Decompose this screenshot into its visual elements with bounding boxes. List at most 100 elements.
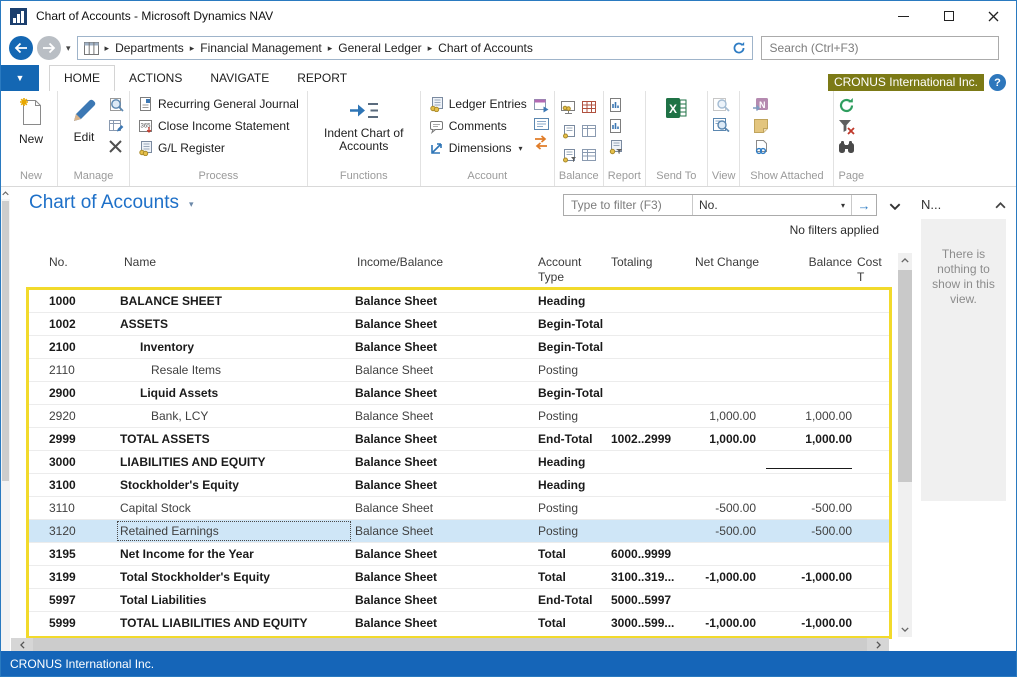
- cell-account-type[interactable]: Heading: [532, 474, 609, 496]
- tab-navigate[interactable]: NAVIGATE: [196, 66, 283, 91]
- recurring-general-journal-button[interactable]: Recurring General Journal: [134, 93, 303, 115]
- application-menu-button[interactable]: ▼: [1, 65, 39, 91]
- new-button[interactable]: New: [9, 93, 53, 150]
- account-transfer-shortcut-button[interactable]: [533, 135, 550, 150]
- cell-name[interactable]: TOTAL ASSETS: [116, 428, 352, 450]
- cell-account-type[interactable]: Posting: [532, 405, 609, 427]
- cell-name[interactable]: ASSETS: [116, 313, 352, 335]
- cell-net-change[interactable]: -500.00: [692, 497, 762, 519]
- back-button[interactable]: [9, 36, 33, 60]
- links-button[interactable]: [753, 139, 769, 156]
- comments-button[interactable]: Comments: [425, 115, 531, 137]
- report-chart-button[interactable]: [608, 97, 623, 113]
- scroll-down-button[interactable]: [898, 622, 912, 637]
- cell-no[interactable]: 3199: [29, 566, 116, 588]
- cell-balance[interactable]: [762, 290, 855, 312]
- cell-cost-no[interactable]: [855, 589, 889, 611]
- view-page-button[interactable]: [712, 97, 731, 112]
- notes-pane-collapse-button[interactable]: [995, 197, 1006, 212]
- cell-no[interactable]: 1002: [29, 313, 116, 335]
- minimize-button[interactable]: [881, 1, 926, 31]
- gl-register-button[interactable]: G/L Register: [134, 137, 229, 159]
- table-row[interactable]: 2900Liquid AssetsBalance SheetBegin-Tota…: [29, 382, 889, 405]
- edit-list-button[interactable]: [108, 118, 125, 135]
- cell-name[interactable]: Liquid Assets: [116, 382, 352, 404]
- cell-income-balance[interactable]: Balance Sheet: [352, 359, 532, 381]
- cell-cost-no[interactable]: [855, 497, 889, 519]
- cell-income-balance[interactable]: Balance Sheet: [352, 405, 532, 427]
- cell-name[interactable]: Total Liabilities: [116, 589, 352, 611]
- cell-account-type[interactable]: Posting: [532, 359, 609, 381]
- vertical-scrollbar-thumb[interactable]: [898, 270, 912, 482]
- cell-totaling[interactable]: [609, 497, 692, 519]
- cell-no[interactable]: 2900: [29, 382, 116, 404]
- table-row[interactable]: 2110Resale ItemsBalance SheetPosting: [29, 359, 889, 382]
- gl-account-balance-period-button[interactable]: [561, 148, 577, 163]
- cell-net-change[interactable]: [692, 359, 762, 381]
- cell-net-change[interactable]: 1,000.00: [692, 428, 762, 450]
- history-dropdown-caret[interactable]: ▾: [66, 43, 71, 54]
- breadcrumb-item-general-ledger[interactable]: General Ledger: [338, 41, 421, 55]
- cell-account-type[interactable]: Posting: [532, 497, 609, 519]
- cell-account-type[interactable]: End-Total: [532, 428, 609, 450]
- cell-balance[interactable]: -500.00: [762, 497, 855, 519]
- cell-balance[interactable]: [762, 336, 855, 358]
- filter-pane-expand-button[interactable]: [889, 199, 901, 213]
- cell-income-balance[interactable]: Balance Sheet: [352, 336, 532, 358]
- cell-cost-no[interactable]: [855, 428, 889, 450]
- address-refresh-button[interactable]: [732, 41, 746, 55]
- cell-cost-no[interactable]: [855, 451, 889, 473]
- table-row[interactable]: 3120Retained EarningsBalance SheetPostin…: [29, 520, 889, 543]
- cell-balance[interactable]: [762, 451, 855, 473]
- cell-income-balance[interactable]: Balance Sheet: [352, 428, 532, 450]
- cell-no[interactable]: 2110: [29, 359, 116, 381]
- dimensions-button[interactable]: Dimensions ▾: [425, 137, 531, 159]
- cell-income-balance[interactable]: Balance Sheet: [352, 382, 532, 404]
- cell-name[interactable]: LIABILITIES AND EQUITY: [116, 451, 352, 473]
- cell-account-type[interactable]: Total: [532, 612, 609, 635]
- cell-income-balance[interactable]: Balance Sheet: [352, 290, 532, 312]
- tab-report[interactable]: REPORT: [283, 66, 361, 91]
- cell-name[interactable]: BALANCE SHEET: [116, 290, 352, 312]
- cell-net-change[interactable]: [692, 313, 762, 335]
- send-to-excel-button[interactable]: X: [665, 93, 687, 119]
- cell-net-change[interactable]: -1,000.00: [692, 612, 762, 635]
- cell-cost-no[interactable]: [855, 359, 889, 381]
- cell-totaling[interactable]: 1002..2999: [609, 428, 692, 450]
- cell-account-type[interactable]: Begin-Total: [532, 336, 609, 358]
- cell-totaling[interactable]: 5000..5997: [609, 589, 692, 611]
- table-horizontal-scrollbar[interactable]: [11, 638, 889, 652]
- cell-cost-no[interactable]: [855, 313, 889, 335]
- cell-name[interactable]: TOTAL LIABILITIES AND EQUITY: [116, 612, 352, 635]
- scroll-left-button[interactable]: [11, 638, 33, 652]
- table-vertical-scrollbar[interactable]: [898, 253, 912, 637]
- search-input[interactable]: [762, 41, 998, 55]
- cell-net-change[interactable]: [692, 543, 762, 565]
- refresh-page-button[interactable]: [838, 97, 855, 114]
- cell-net-change[interactable]: -500.00: [692, 520, 762, 542]
- filter-input[interactable]: [564, 198, 692, 212]
- cell-totaling[interactable]: 3100..319...: [609, 566, 692, 588]
- page-title-dropdown-caret[interactable]: ▾: [189, 199, 194, 210]
- table-row[interactable]: 3100Stockholder's EquityBalance SheetHea…: [29, 474, 889, 497]
- cell-no[interactable]: 1000: [29, 290, 116, 312]
- cell-account-type[interactable]: Begin-Total: [532, 382, 609, 404]
- gl-account-balance-button[interactable]: [561, 124, 577, 139]
- cell-no[interactable]: 2920: [29, 405, 116, 427]
- notes-button[interactable]: [753, 118, 769, 134]
- cell-name[interactable]: Resale Items: [116, 359, 352, 381]
- find-button[interactable]: [838, 140, 855, 154]
- cell-balance[interactable]: [762, 313, 855, 335]
- cell-account-type[interactable]: Total: [532, 566, 609, 588]
- account-card-shortcut-button[interactable]: [533, 117, 550, 131]
- cell-name[interactable]: Inventory: [116, 336, 352, 358]
- table-row[interactable]: 5997Total LiabilitiesBalance SheetEnd-To…: [29, 589, 889, 612]
- cell-net-change[interactable]: 1,000.00: [692, 405, 762, 427]
- delete-button[interactable]: [108, 139, 125, 154]
- cell-no[interactable]: 3110: [29, 497, 116, 519]
- report-trial-balance-button[interactable]: [608, 139, 623, 155]
- scroll-up-button[interactable]: [898, 253, 912, 268]
- cell-no[interactable]: 3120: [29, 520, 116, 542]
- breadcrumb-item-departments[interactable]: Departments: [115, 41, 184, 55]
- balance-by-dimension-button[interactable]: [581, 100, 597, 114]
